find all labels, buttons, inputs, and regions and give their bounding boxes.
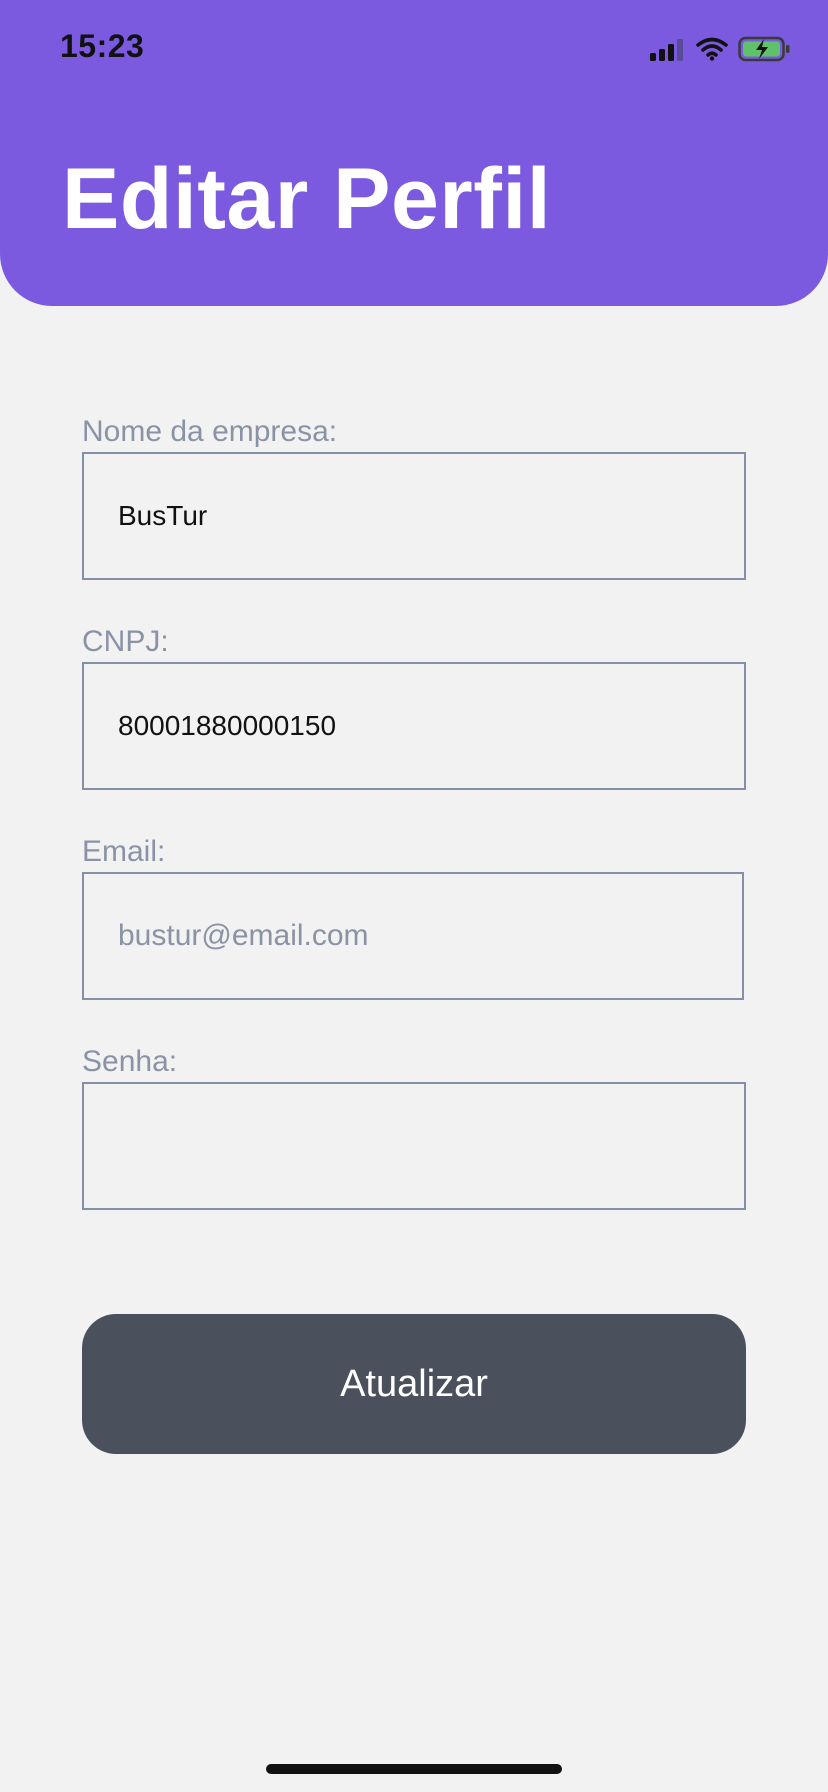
- home-indicator[interactable]: [266, 1764, 562, 1774]
- status-time: 15:23: [60, 28, 145, 64]
- company-name-value: BusTur: [118, 500, 208, 531]
- cnpj-value: 80001880000150: [118, 710, 337, 741]
- password-input[interactable]: [82, 1082, 746, 1210]
- email-label: Email:: [82, 835, 166, 868]
- company-name-input[interactable]: BusTur: [82, 452, 746, 580]
- update-button-label: Atualizar: [340, 1362, 488, 1405]
- cnpj-input[interactable]: 80001880000150: [82, 662, 746, 790]
- password-label: Senha:: [82, 1045, 178, 1078]
- battery-charging-icon: [738, 36, 792, 62]
- page-title: Editar Perfil: [62, 151, 552, 247]
- signal-icon: [650, 37, 686, 61]
- update-button[interactable]: Atualizar: [82, 1314, 746, 1454]
- company-name-label: Nome da empresa:: [82, 415, 338, 448]
- profile-form: Nome da empresa: BusTur CNPJ: 8000188000…: [82, 412, 748, 1252]
- email-placeholder: bustur@email.com: [118, 919, 369, 952]
- wifi-icon: [696, 37, 728, 61]
- header: 15:23 Editar Perfil: [0, 0, 828, 306]
- status-icons: [650, 34, 792, 64]
- email-input[interactable]: bustur@email.com: [82, 872, 744, 1000]
- cnpj-label: CNPJ:: [82, 625, 169, 658]
